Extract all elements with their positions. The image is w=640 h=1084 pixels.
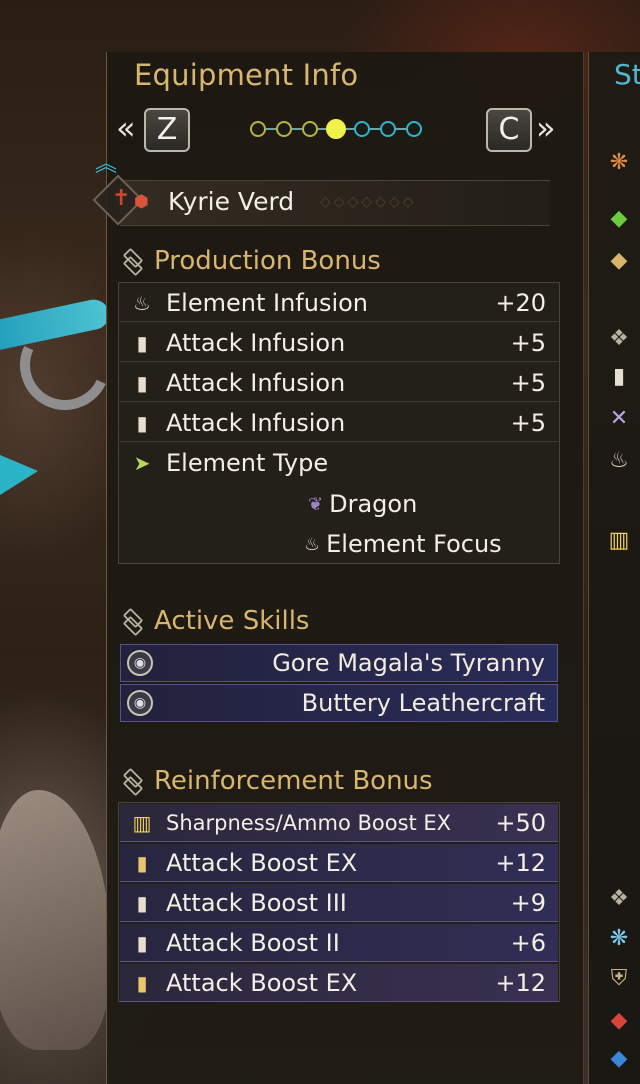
reinforcement-bonus-row: ▮ Attack Boost EX +12 (120, 964, 558, 1002)
prev-arrow-icon[interactable]: « (116, 108, 136, 148)
stack-icon: ❖ (609, 886, 629, 911)
element-focus-text: Element Focus (326, 530, 502, 558)
page-dot[interactable] (302, 121, 318, 137)
bonus-name: Attack Boost III (166, 888, 347, 917)
element-infusion-icon: ♨ (133, 290, 151, 315)
page-dot[interactable] (250, 121, 266, 137)
stack-icon (120, 769, 144, 793)
skill-name: Gore Magala's Tyranny (272, 649, 545, 677)
active-skills-header: Active Skills (120, 604, 309, 638)
attack-boost-icon: ▮ (136, 930, 148, 955)
reinforcement-bonus-row: ▮ Attack Boost EX +12 (120, 844, 558, 882)
bonus-value: +5 (510, 408, 546, 437)
attack-boost-ex-icon: ▮ (136, 970, 148, 995)
reinforcement-bonus-header: Reinforcement Bonus (120, 764, 433, 798)
attack-infusion-icon: ▮ (136, 370, 148, 395)
crossed-swords-icon: ✕ (609, 406, 629, 431)
element-type-text: Dragon (329, 490, 418, 518)
up-chevron-icon: ︽ (95, 152, 118, 177)
green-gem-icon: ◆ (610, 206, 628, 231)
bonus-value: +50 (495, 808, 546, 837)
bonus-value: +6 (510, 928, 546, 957)
dragon-icon: ❦ (308, 493, 324, 515)
page-dot[interactable] (354, 121, 370, 137)
bonus-name: Attack Infusion (166, 368, 346, 397)
attack-infusion-icon: ▮ (136, 330, 148, 355)
bonus-name: Attack Boost II (166, 928, 340, 957)
attack-boost-ex-icon: ▮ (136, 850, 148, 875)
reinforcement-bonus-label: Reinforcement Bonus (154, 766, 433, 796)
bonus-value: +9 (510, 888, 546, 917)
production-bonus-label: Production Bonus (154, 246, 381, 276)
page-dot[interactable] (326, 119, 346, 139)
decoration-slots: ◇◇◇◇◇◇◇ (320, 194, 417, 210)
element-focus-value: ♨ Element Focus (304, 526, 502, 562)
attack-infusion-icon: ▮ (136, 410, 148, 435)
reinforcement-bonus-row: ▮ Attack Boost II +6 (120, 924, 558, 962)
element-focus-icon: ♨ (304, 533, 321, 555)
bonus-name: Attack Infusion (166, 408, 346, 437)
attack-icon: ▮ (612, 364, 626, 389)
attack-boost-icon: ▮ (136, 890, 148, 915)
stack-icon (120, 249, 144, 273)
panel-title: Equipment Info (134, 58, 359, 92)
production-bonus-header: Production Bonus (120, 244, 381, 278)
reinforcement-bonus-row: ▥ Sharpness/Ammo Boost EX +50 (120, 804, 558, 842)
page-dot[interactable] (406, 121, 422, 137)
shield-icon: ⛨ (610, 966, 628, 991)
page-indicator (250, 119, 430, 139)
tan-gem-icon: ◆ (610, 248, 628, 273)
bonus-value: +12 (495, 848, 546, 877)
stack-icon: ❖ (609, 326, 629, 351)
page-dot[interactable] (380, 121, 396, 137)
background-fin (0, 455, 38, 495)
bonus-name: Attack Boost EX (166, 968, 358, 997)
reinforcement-bonus-row: ▮ Attack Boost III +9 (120, 884, 558, 922)
skill-decoration-icon: ◉ (127, 650, 153, 676)
production-bonus-row: ➤ Element Type (120, 444, 558, 482)
bonus-value: +12 (495, 968, 546, 997)
next-page-key[interactable]: C (486, 108, 532, 152)
element-type-icon: ➤ (133, 451, 151, 475)
bonus-value: +5 (510, 328, 546, 357)
skill-decoration-icon: ◉ (127, 690, 153, 716)
active-skills-label: Active Skills (154, 606, 310, 636)
sharpness-icon: ▥ (608, 528, 630, 553)
page-dot[interactable] (276, 121, 292, 137)
sharpness-icon: ▥ (132, 810, 152, 835)
stack-icon (120, 609, 144, 633)
bonus-name: Attack Boost EX (166, 848, 358, 877)
active-skill-row[interactable]: ◉ Buttery Leathercraft (120, 684, 558, 722)
production-bonus-row: ♨ Element Infusion +20 (120, 284, 558, 322)
background-rock (0, 790, 110, 1050)
bonus-name: Sharpness/Ammo Boost EX (166, 810, 452, 835)
bonus-name: Element Infusion (166, 288, 369, 317)
orange-flower-icon: ❋ (609, 150, 629, 175)
bonus-name: Element Type (166, 449, 329, 477)
bonus-value: +20 (495, 288, 546, 317)
next-arrow-icon[interactable]: » (536, 108, 556, 148)
production-bonus-row: ▮ Attack Infusion +5 (120, 404, 558, 442)
red-gem-icon: ◆ (610, 1008, 628, 1033)
blue-flower-icon: ❋ (609, 926, 629, 951)
status-panel-title: St (614, 58, 640, 91)
element-type-value: ❦ Dragon (308, 486, 417, 522)
weapon-name: Kyrie Verd (168, 187, 295, 216)
active-skill-row[interactable]: ◉ Gore Magala's Tyranny (120, 644, 558, 682)
long-sword-icon: ✝ (112, 186, 131, 211)
weapon-gem-icon: ⬢ (134, 192, 149, 212)
blue-gem-icon: ◆ (610, 1046, 628, 1071)
production-bonus-row: ▮ Attack Infusion +5 (120, 364, 558, 402)
bonus-name: Attack Infusion (166, 328, 346, 357)
prev-page-key[interactable]: Z (144, 108, 190, 152)
skill-name: Buttery Leathercraft (301, 689, 545, 717)
bonus-value: +5 (510, 368, 546, 397)
production-bonus-row: ▮ Attack Infusion +5 (120, 324, 558, 362)
element-icon: ♨ (609, 448, 629, 473)
